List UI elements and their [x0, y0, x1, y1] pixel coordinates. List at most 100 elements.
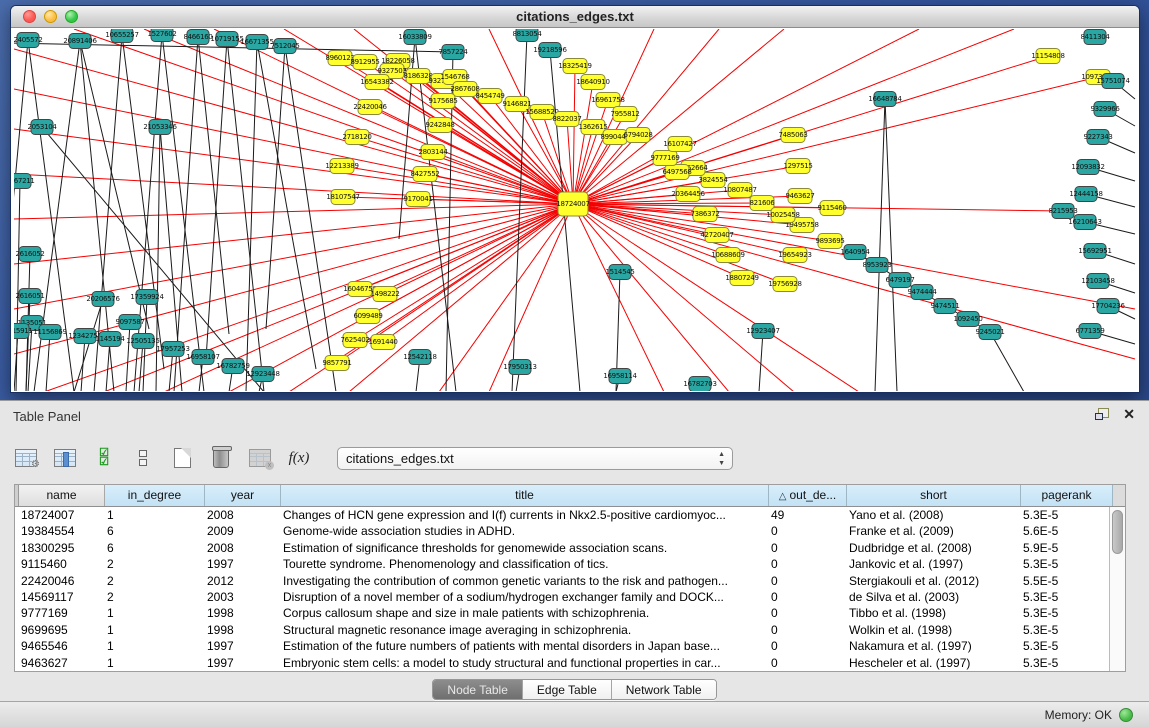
cell-indegree[interactable]: 2 [101, 556, 201, 572]
graph-node[interactable]: 16958107 [186, 350, 219, 365]
edge[interactable] [162, 34, 204, 391]
citation-edge[interactable] [14, 204, 573, 219]
graph-node[interactable]: 18807249 [725, 271, 758, 286]
cell-name[interactable]: 18300295 [15, 540, 101, 556]
graph-node[interactable]: 7386372 [690, 207, 719, 222]
graph-node[interactable]: 9857791 [322, 356, 351, 371]
graph-node[interactable]: 821606 [750, 196, 776, 211]
graph-node[interactable]: 7625402 [340, 333, 369, 348]
edge[interactable] [227, 39, 264, 391]
graph-node[interactable]: 12542118 [403, 350, 436, 365]
cell-indegree[interactable]: 1 [101, 622, 201, 638]
cell-pagerank[interactable]: 5.3E-5 [1017, 605, 1109, 621]
cell-pagerank[interactable]: 5.3E-5 [1017, 638, 1109, 654]
cell-name[interactable]: 9463627 [15, 655, 101, 671]
close-window-icon[interactable] [23, 10, 36, 23]
graph-node[interactable]: 8822037 [552, 112, 581, 127]
cell-title[interactable]: Estimation of the future numbers of pati… [277, 638, 765, 654]
graph-node[interactable]: 1297515 [783, 159, 812, 174]
edge[interactable] [246, 42, 257, 391]
table-row[interactable]: 911546021997Tourette syndrome. Phenomeno… [15, 556, 1109, 572]
cell-indegree[interactable]: 2 [101, 573, 201, 589]
edge[interactable] [759, 331, 763, 391]
cell-name[interactable]: 9115460 [15, 556, 101, 572]
cell-pagerank[interactable]: 5.3E-5 [1017, 507, 1109, 523]
graph-node[interactable]: 6794028 [623, 128, 652, 143]
cell-name[interactable]: 19384554 [15, 523, 101, 539]
cell-pagerank[interactable]: 5.5E-5 [1017, 573, 1109, 589]
cell-short[interactable]: Hescheler et al. (1997) [843, 655, 1017, 671]
tab-node-table[interactable]: Node Table [433, 680, 523, 699]
graph-node[interactable]: 7485063 [778, 128, 807, 143]
graph-node[interactable]: 9474511 [930, 299, 959, 314]
citation-edge[interactable] [14, 49, 573, 204]
edge[interactable] [16, 181, 20, 391]
edge[interactable] [257, 42, 316, 369]
table-row[interactable]: 1830029562008Estimation of significance … [15, 540, 1109, 556]
graph-node[interactable]: 18107547 [326, 190, 359, 205]
graph-node[interactable]: 8466160 [183, 30, 212, 45]
graph-node[interactable]: 19654923 [778, 248, 811, 263]
table-selector-dropdown[interactable]: citations_edges.txt ▲▼ [337, 447, 733, 470]
cell-title[interactable]: Genome-wide association studies in ADHD. [277, 523, 765, 539]
graph-node[interactable]: 22420046 [353, 100, 387, 115]
cell-pagerank[interactable]: 5.9E-5 [1017, 540, 1109, 556]
cell-short[interactable]: Dudbridge et al. (2008) [843, 540, 1017, 556]
cell-short[interactable]: Tibbo et al. (1998) [843, 605, 1017, 621]
edge[interactable] [126, 322, 130, 391]
cell-indegree[interactable]: 1 [101, 507, 201, 523]
cell-name[interactable]: 9777169 [15, 605, 101, 621]
cell-indegree[interactable]: 1 [101, 605, 201, 621]
cell-title[interactable]: Tourette syndrome. Phenomenology and cla… [277, 556, 765, 572]
graph-node[interactable]: 16543382 [360, 75, 393, 90]
cell-name[interactable]: 22420046 [15, 573, 101, 589]
cell-short[interactable]: Wolkin et al. (1998) [843, 622, 1017, 638]
graph-node[interactable]: 10025458 [766, 208, 799, 223]
graph-node[interactable]: 18724007 [556, 192, 589, 216]
cell-pagerank[interactable]: 5.3E-5 [1017, 589, 1109, 605]
table-row[interactable]: 946554611997Estimation of the future num… [15, 638, 1109, 654]
graph-node[interactable]: 9245021 [975, 325, 1004, 340]
delete-table-icon[interactable] [208, 446, 234, 470]
table-row[interactable]: 946362711997Embryonic stem cells: a mode… [15, 655, 1109, 671]
graph-node[interactable]: 2803144 [418, 145, 448, 160]
graph-node[interactable]: 7857224 [438, 45, 468, 60]
table-row[interactable]: 2242004622012Investigating the contribut… [15, 573, 1109, 589]
table-row[interactable]: 977716911998Corpus callosum shape and si… [15, 605, 1109, 621]
graph-node[interactable]: 9115460 [817, 201, 846, 216]
graph-node[interactable]: 6099489 [353, 309, 382, 324]
citation-edge[interactable] [573, 66, 575, 204]
rows-icon[interactable] [130, 446, 156, 470]
column-header-title[interactable]: title [281, 485, 769, 506]
cell-name[interactable]: 9465546 [15, 638, 101, 654]
cell-short[interactable]: Franke et al. (2009) [843, 523, 1017, 539]
graph-node[interactable]: 8411304 [1080, 30, 1110, 45]
cell-outde[interactable]: 0 [765, 523, 843, 539]
cell-pagerank[interactable]: 5.3E-5 [1017, 622, 1109, 638]
cell-title[interactable]: Structural magnetic resonance image aver… [277, 622, 765, 638]
graph-node[interactable]: 11154808 [1031, 49, 1064, 64]
citation-edge[interactable] [573, 29, 719, 204]
graph-node[interactable]: 8912955 [350, 55, 379, 70]
graph-node[interactable]: 1092450 [953, 312, 982, 327]
cell-indegree[interactable]: 6 [101, 523, 201, 539]
graph-node[interactable]: 18640910 [576, 75, 609, 90]
table-scrollbar[interactable] [1109, 507, 1125, 671]
graph-node[interactable]: 6497568 [662, 165, 691, 180]
network-view[interactable]: 1872400789601238912955182260589327503165… [14, 29, 1136, 391]
graph-node[interactable]: 19756928 [768, 277, 801, 292]
column-header-pagerank[interactable]: pagerank [1021, 485, 1113, 506]
edge[interactable] [875, 99, 885, 391]
tab-edge-table[interactable]: Edge Table [523, 680, 612, 699]
cell-year[interactable]: 2012 [201, 573, 277, 589]
citation-edge[interactable] [383, 204, 573, 342]
graph-node[interactable]: 16033809 [398, 30, 431, 45]
cell-title[interactable]: Estimation of significance thresholds fo… [277, 540, 765, 556]
graph-node[interactable]: 9227343 [1083, 130, 1112, 145]
cell-year[interactable]: 2008 [201, 507, 277, 523]
graph-node[interactable]: 9329966 [1090, 102, 1120, 117]
cell-title[interactable]: Investigating the contribution of common… [277, 573, 765, 589]
graph-node[interactable]: 6479197 [885, 273, 914, 288]
memory-ok-icon[interactable] [1119, 708, 1133, 722]
new-table-icon[interactable] [169, 446, 195, 470]
